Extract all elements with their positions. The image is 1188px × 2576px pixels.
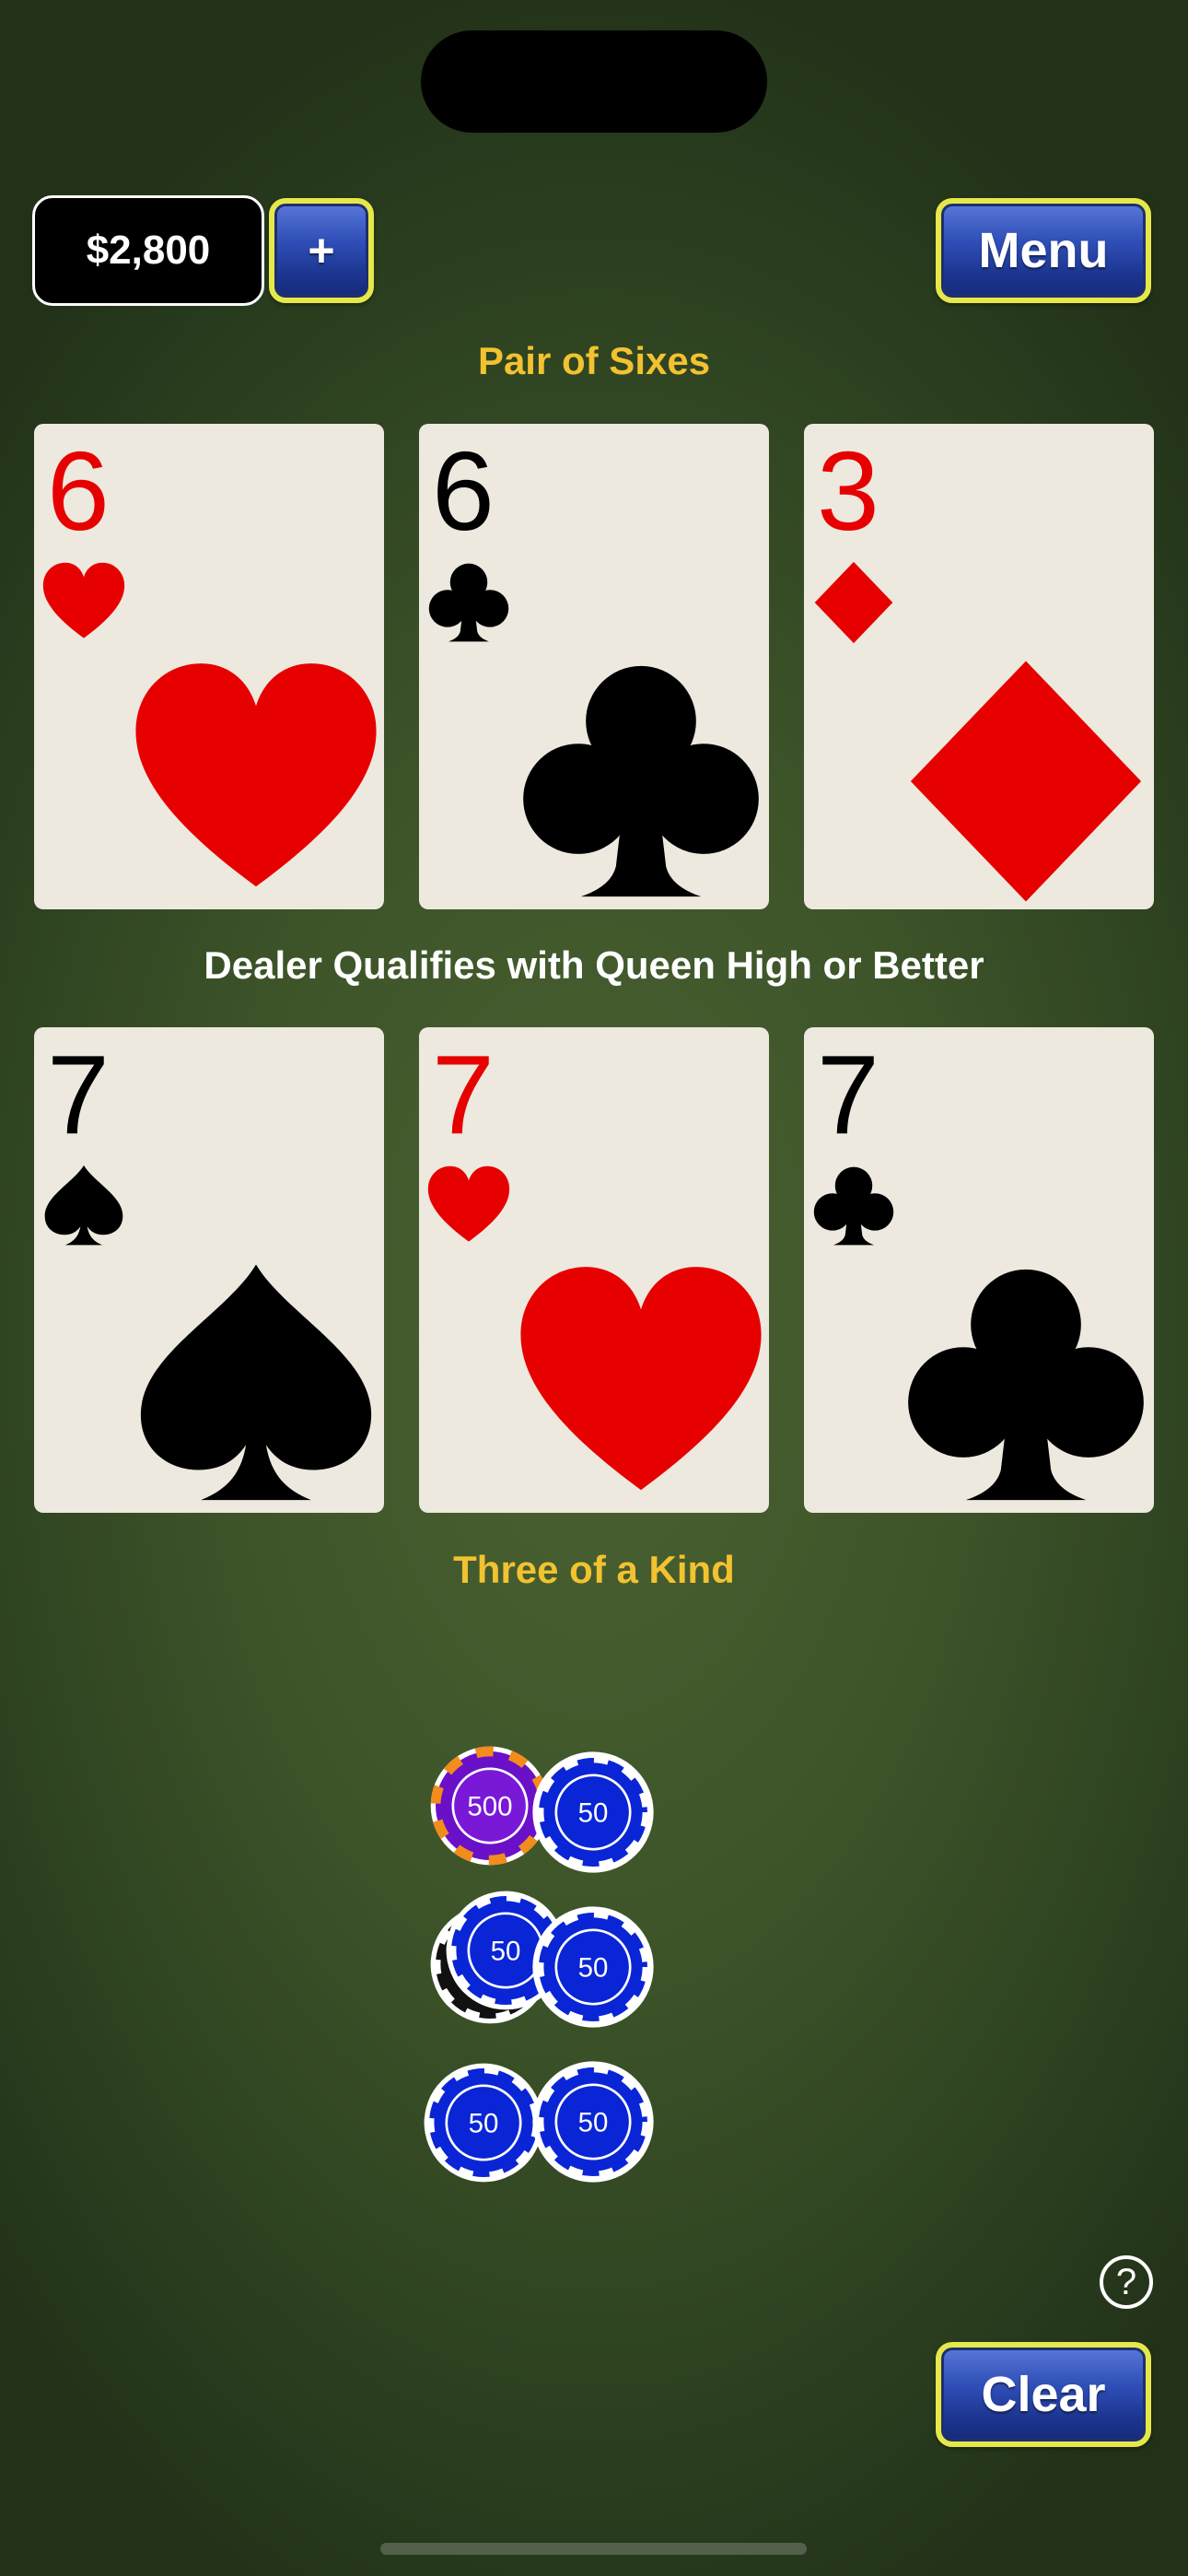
diamond-icon: [811, 560, 896, 645]
menu-label: Menu: [978, 223, 1109, 278]
chip-value: 50: [469, 2109, 499, 2139]
dealer-card-3: 3: [804, 424, 1154, 909]
player-card-3: 7: [804, 1027, 1154, 1513]
club-icon: [426, 560, 511, 645]
card-rank: 7: [432, 1032, 495, 1157]
chip-value: 50: [578, 1798, 609, 1829]
diamond-icon: [901, 656, 1151, 907]
player-card-1: 7: [34, 1027, 384, 1513]
bankroll-amount: $2,800: [86, 228, 211, 273]
play-chip-50-right[interactable]: 50: [531, 1905, 655, 2029]
add-funds-button[interactable]: +: [269, 198, 374, 303]
menu-button[interactable]: Menu: [936, 198, 1151, 303]
help-button[interactable]: ?: [1100, 2255, 1153, 2309]
card-rank: 6: [432, 428, 495, 554]
heart-icon: [426, 1164, 511, 1248]
qualify-text: Dealer Qualifies with Queen High or Bett…: [204, 943, 984, 987]
card-rank: 3: [817, 428, 879, 554]
clear-label: Clear: [981, 2367, 1106, 2422]
chip-value: 500: [467, 1792, 512, 1822]
heart-icon: [41, 560, 126, 645]
card-rank: 6: [47, 428, 110, 554]
chip-value: 50: [578, 2108, 609, 2138]
club-icon: [901, 1259, 1151, 1510]
chip-value: 50: [491, 1937, 521, 1967]
dealer-card-1: 6: [34, 424, 384, 909]
player-hand-label: Three of a Kind: [453, 1548, 735, 1591]
heart-icon: [516, 1259, 766, 1510]
dynamic-island: [421, 30, 767, 133]
pairplus-chip-50-right[interactable]: 50: [531, 2060, 655, 2184]
heart-icon: [131, 656, 381, 907]
dealer-card-2: 6: [419, 424, 769, 909]
card-rank: 7: [47, 1032, 110, 1157]
add-funds-label: +: [308, 225, 335, 276]
club-icon: [516, 656, 766, 907]
club-icon: [811, 1164, 896, 1248]
card-rank: 7: [817, 1032, 879, 1157]
clear-button[interactable]: Clear: [936, 2342, 1151, 2447]
ante-chip-50[interactable]: 50: [531, 1751, 655, 1874]
spade-icon: [41, 1164, 126, 1248]
bankroll-display: $2,800: [32, 195, 264, 306]
chip-value: 50: [578, 1953, 609, 1984]
help-icon: ?: [1115, 2261, 1137, 2302]
player-card-2: 7: [419, 1027, 769, 1513]
home-indicator[interactable]: [380, 2543, 807, 2555]
dealer-hand-label: Pair of Sixes: [477, 339, 711, 382]
spade-icon: [131, 1259, 381, 1510]
pairplus-chip-50[interactable]: 50: [422, 2061, 545, 2184]
